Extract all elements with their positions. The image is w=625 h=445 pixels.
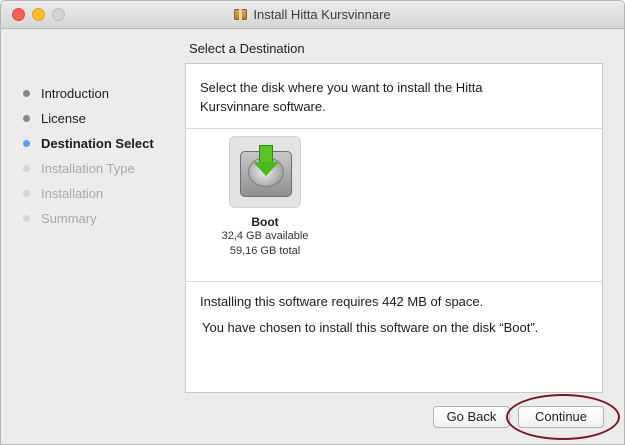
sidebar-item-summary: Summary bbox=[21, 210, 181, 235]
instruction-text: Select the disk where you want to instal… bbox=[200, 78, 590, 116]
step-pending-dot-icon bbox=[23, 165, 30, 172]
sidebar-item-installation: Installation bbox=[21, 185, 181, 210]
download-arrow-icon bbox=[259, 145, 273, 163]
go-back-button[interactable]: Go Back bbox=[433, 406, 510, 428]
chosen-disk-text: You have chosen to install this software… bbox=[202, 320, 539, 335]
sidebar-item-destination-select: Destination Select bbox=[21, 135, 181, 160]
instruction-line-2: Kursvinnare software. bbox=[200, 99, 326, 114]
divider bbox=[186, 281, 602, 282]
page-title: Select a Destination bbox=[189, 41, 305, 56]
destination-panel: Select the disk where you want to instal… bbox=[185, 63, 603, 393]
steps-sidebar: Introduction License Destination Select … bbox=[21, 85, 181, 235]
sidebar-item-label: Introduction bbox=[41, 86, 109, 101]
disk-total: 59,16 GB total bbox=[229, 245, 301, 257]
disk-name: Boot bbox=[251, 215, 279, 229]
sidebar-item-label: Installation bbox=[41, 186, 104, 201]
sidebar-item-label: Installation Type bbox=[41, 161, 135, 176]
sidebar-item-label: Summary bbox=[41, 211, 97, 226]
download-arrow-head bbox=[253, 162, 279, 176]
package-icon bbox=[234, 9, 248, 20]
sidebar-item-label: License bbox=[41, 111, 86, 126]
instruction-line-1: Select the disk where you want to instal… bbox=[200, 80, 483, 95]
step-current-dot-icon bbox=[23, 140, 30, 147]
step-pending-dot-icon bbox=[23, 215, 30, 222]
sidebar-item-label: Destination Select bbox=[41, 136, 154, 151]
disk-available: 32,4 GB available bbox=[221, 230, 309, 242]
sidebar-item-license: License bbox=[21, 110, 181, 135]
continue-button[interactable]: Continue bbox=[518, 406, 604, 428]
step-done-dot-icon bbox=[23, 90, 30, 97]
disk-selection-tile[interactable] bbox=[229, 136, 301, 208]
window-title: Install Hitta Kursvinnare bbox=[253, 7, 391, 22]
sidebar-item-introduction: Introduction bbox=[21, 85, 181, 110]
disk-option-boot[interactable]: Boot 32,4 GB available 59,16 GB total bbox=[200, 136, 330, 259]
space-requirement-text: Installing this software requires 442 MB… bbox=[200, 294, 484, 309]
title-bar: Install Hitta Kursvinnare bbox=[1, 1, 624, 29]
divider bbox=[186, 128, 602, 129]
step-done-dot-icon bbox=[23, 115, 30, 122]
window-title-area: Install Hitta Kursvinnare bbox=[1, 7, 624, 22]
step-pending-dot-icon bbox=[23, 190, 30, 197]
installer-window: Install Hitta Kursvinnare Select a Desti… bbox=[0, 0, 625, 445]
sidebar-item-installation-type: Installation Type bbox=[21, 160, 181, 185]
